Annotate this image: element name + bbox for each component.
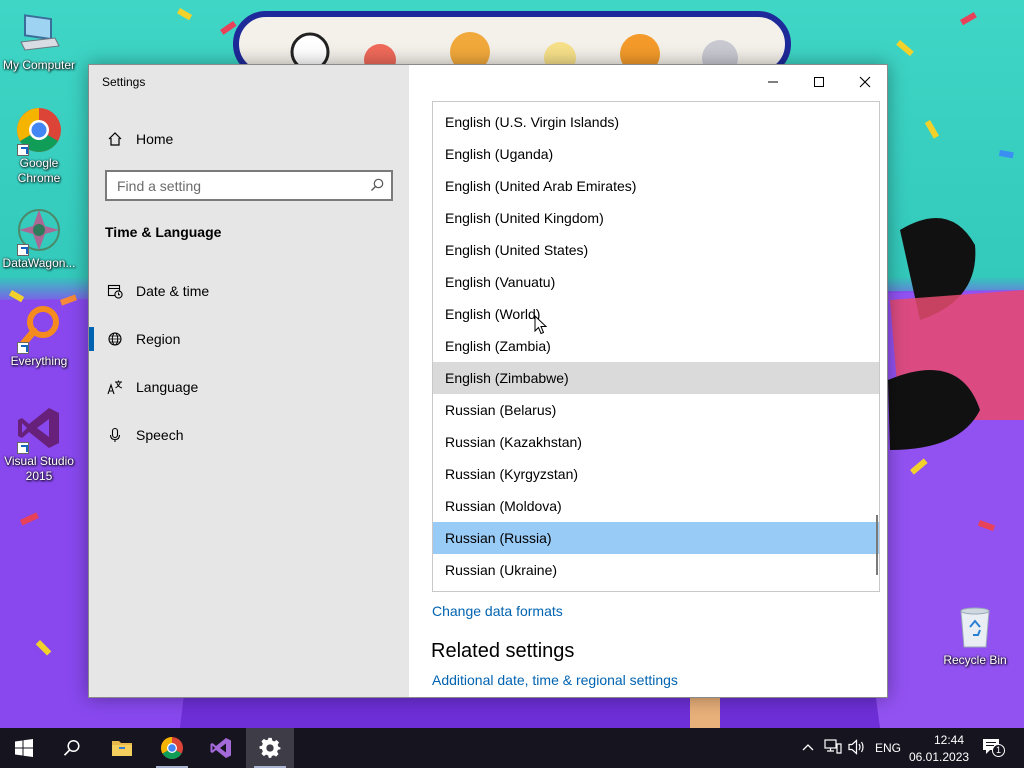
shortcut-arrow-icon <box>17 442 29 454</box>
show-hidden-icons-icon[interactable] <box>802 742 814 752</box>
visual-studio-icon <box>210 738 231 758</box>
desktop-icon-label: Recycle Bin <box>943 653 1007 667</box>
desktop-icon-label: DataWagon... <box>2 256 76 270</box>
nav-item-speech[interactable]: Speech <box>89 413 409 457</box>
content-pane: English (U.S. Virgin Islands) English (U… <box>409 65 887 697</box>
everything-search-icon <box>15 304 63 354</box>
search-icon[interactable] <box>370 178 384 197</box>
minimize-button[interactable] <box>750 65 796 99</box>
list-item[interactable]: Russian (Kyrgyzstan) <box>433 458 879 490</box>
window-title: Settings <box>102 75 146 89</box>
chrome-icon <box>15 106 63 156</box>
search-box <box>105 170 393 201</box>
list-item[interactable]: English (World) <box>433 298 879 330</box>
desktop-icon-datawagon[interactable]: DataWagon... <box>1 206 77 271</box>
list-item[interactable]: English (U.S. Virgin Islands) <box>433 106 879 138</box>
additional-settings-link[interactable]: Additional date, time & regional setting… <box>432 672 678 688</box>
desktop-icon-label: Everything <box>10 354 68 368</box>
close-button[interactable] <box>842 65 888 99</box>
desktop-icon-label: Visual Studio 2015 <box>4 454 74 483</box>
nav-home[interactable]: Home <box>89 117 409 161</box>
settings-taskbar-button[interactable] <box>246 728 294 768</box>
nav-item-label: Speech <box>136 427 184 443</box>
microphone-icon <box>106 426 124 444</box>
list-item[interactable]: English (Zambia) <box>433 330 879 362</box>
shortcut-arrow-icon <box>17 342 29 354</box>
nav-item-date-time[interactable]: Date & time <box>89 269 409 313</box>
shortcut-arrow-icon <box>17 244 29 256</box>
list-item[interactable]: Russian (Moldova) <box>433 490 879 522</box>
shortcut-arrow-icon <box>17 144 29 156</box>
chrome-icon <box>161 737 183 759</box>
navigation-pane: Settings Home Time & Language Date & tim… <box>89 65 409 697</box>
mouse-cursor-icon <box>534 315 548 335</box>
desktop-icon-visual-studio[interactable]: Visual Studio 2015 <box>1 404 77 484</box>
datawagon-icon <box>15 206 63 256</box>
desktop-icon-label: Google Chrome <box>17 156 61 185</box>
list-item[interactable]: Russian (Kazakhstan) <box>433 426 879 458</box>
list-item[interactable]: English (United Arab Emirates) <box>433 170 879 202</box>
settings-gear-icon <box>259 737 281 758</box>
home-icon <box>106 130 124 148</box>
list-scrollbar[interactable] <box>876 515 878 575</box>
change-data-formats-link[interactable]: Change data formats <box>432 603 563 619</box>
language-icon <box>106 378 124 396</box>
taskbar: ENG 12:44 06.01.2023 1 <box>0 728 1024 768</box>
clock-date[interactable]: 06.01.2023 <box>909 750 969 764</box>
nav-item-label: Date & time <box>136 283 210 299</box>
minimize-icon <box>768 81 778 83</box>
calendar-clock-icon <box>106 282 124 300</box>
start-button[interactable] <box>0 728 48 768</box>
settings-window: Settings Home Time & Language Date & tim… <box>88 64 888 698</box>
regional-format-list[interactable]: English (U.S. Virgin Islands) English (U… <box>432 101 880 592</box>
clock-time[interactable]: 12:44 <box>924 733 974 747</box>
network-icon[interactable] <box>824 739 842 755</box>
file-explorer-button[interactable] <box>98 728 146 768</box>
section-title: Time & Language <box>105 224 222 240</box>
computer-icon <box>15 8 63 56</box>
notification-count-badge: 1 <box>992 744 1005 757</box>
list-item-hovered[interactable]: English (Zimbabwe) <box>433 362 879 394</box>
maximize-icon <box>814 77 824 87</box>
volume-icon[interactable] <box>848 739 866 755</box>
list-item[interactable]: English (United States) <box>433 234 879 266</box>
desktop-icon-my-computer[interactable]: My Computer <box>1 8 77 73</box>
recycle-bin-icon <box>951 603 999 651</box>
nav-home-label: Home <box>136 131 174 147</box>
desktop-icon-everything[interactable]: Everything <box>1 304 77 369</box>
list-item[interactable]: English (Uganda) <box>433 138 879 170</box>
list-item[interactable]: Russian (Ukraine) <box>433 554 879 586</box>
nav-item-label: Language <box>136 379 199 395</box>
nav-item-language[interactable]: Language <box>89 365 409 409</box>
list-item[interactable]: Russian (Belarus) <box>433 394 879 426</box>
nav-item-region[interactable]: Region <box>89 317 409 361</box>
desktop-icon-label: My Computer <box>2 58 76 72</box>
list-item[interactable]: English (United Kingdom) <box>433 202 879 234</box>
list-item-selected[interactable]: Russian (Russia) <box>433 522 879 554</box>
start-icon <box>15 739 33 757</box>
nav-item-label: Region <box>136 331 181 347</box>
desktop-icon-recycle-bin[interactable]: Recycle Bin <box>937 603 1013 668</box>
maximize-button[interactable] <box>796 65 842 99</box>
search-input[interactable] <box>107 172 357 199</box>
visual-studio-taskbar-button[interactable] <box>197 728 245 768</box>
globe-icon <box>106 330 124 348</box>
input-language-indicator[interactable]: ENG <box>875 741 901 755</box>
action-center-button[interactable]: 1 <box>982 738 1006 760</box>
desktop-icon-chrome[interactable]: Google Chrome <box>1 106 77 186</box>
file-explorer-icon <box>112 741 132 756</box>
list-item[interactable]: English (Vanuatu) <box>433 266 879 298</box>
visual-studio-icon <box>15 404 63 454</box>
search-button[interactable] <box>48 728 96 768</box>
search-icon <box>63 739 80 756</box>
related-settings-heading: Related settings <box>431 640 575 662</box>
chrome-taskbar-button[interactable] <box>148 728 196 768</box>
close-icon <box>859 76 871 88</box>
